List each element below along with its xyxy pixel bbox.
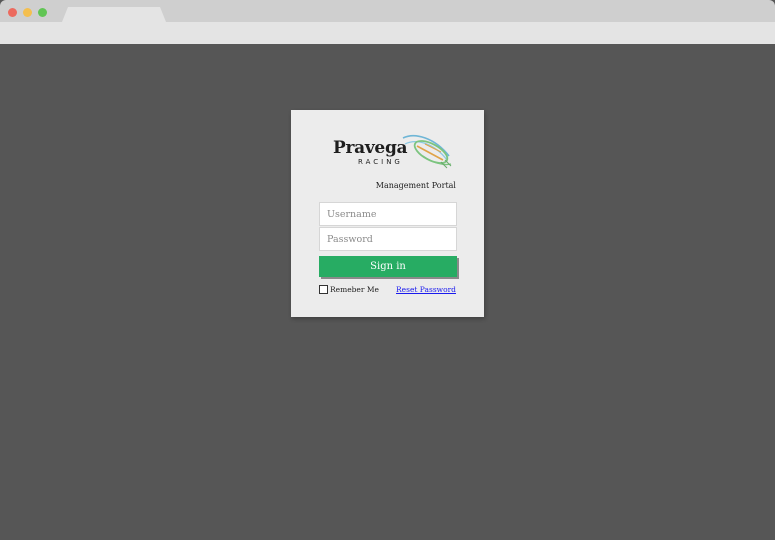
- remember-me-checkbox[interactable]: [319, 285, 328, 294]
- browser-toolbar: [0, 22, 775, 44]
- browser-tab[interactable]: [62, 7, 166, 22]
- password-field[interactable]: [319, 227, 457, 251]
- minimize-window-icon[interactable]: [23, 8, 32, 17]
- browser-chrome: [0, 0, 775, 44]
- remember-me-option[interactable]: Remeber Me: [319, 285, 379, 294]
- username-field[interactable]: [319, 202, 457, 226]
- reset-password-link[interactable]: Reset Password: [396, 285, 456, 294]
- remember-me-label: Remeber Me: [330, 285, 379, 294]
- login-card: Pravega RACING Management Portal Sign in…: [291, 110, 484, 317]
- portal-label: Management Portal: [375, 181, 456, 190]
- rugby-ball-swoosh-icon: [402, 134, 452, 169]
- maximize-window-icon[interactable]: [38, 8, 47, 17]
- brand-name: Pravega: [333, 138, 408, 158]
- close-window-icon[interactable]: [8, 8, 17, 17]
- brand-subtitle: RACING: [358, 158, 403, 166]
- brand-logo: Pravega RACING: [333, 132, 453, 172]
- title-bar: [0, 0, 775, 22]
- sign-in-button[interactable]: Sign in: [319, 256, 457, 277]
